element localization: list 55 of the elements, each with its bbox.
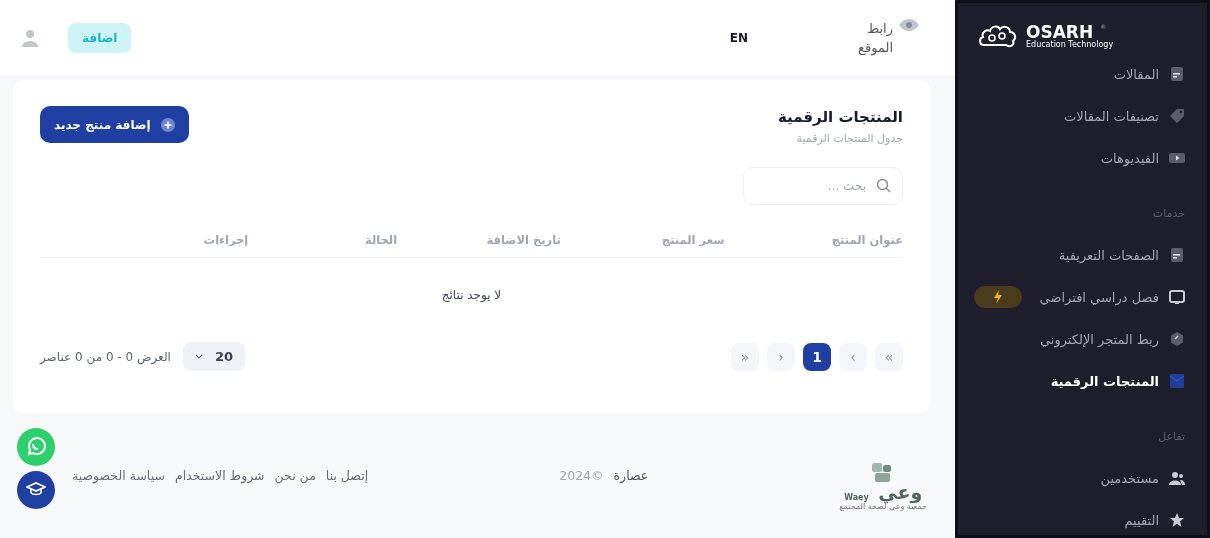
sidebar-item[interactable]: الفيديوهات [1100,150,1159,166]
cube-icon [1169,331,1185,347]
company-link[interactable]: عصارة [613,468,649,483]
footer-link[interactable]: شروط الاستخدام [174,468,265,483]
tag-icon [1169,108,1185,124]
page-button[interactable]: 1 [803,342,831,371]
column-header: تاريخ الاضافة [485,233,561,247]
search-icon [876,178,891,193]
footer-link[interactable]: من نحن [274,468,316,483]
sidebar-section-heading: خدمات [1151,207,1185,220]
star-icon [1169,512,1185,528]
user-avatar-icon[interactable] [22,29,38,47]
sidebar-item[interactable]: ربط المتجر الإلكتروني [1039,331,1159,347]
sidebar-item[interactable]: المقالات [1113,66,1159,82]
sidebar-item[interactable]: مستخدمين [1100,470,1159,486]
site-link[interactable]: رابط الموقع [848,18,893,58]
sidebar-item[interactable]: الصفحات التعريفية [1058,247,1159,263]
language-link[interactable]: EN [729,31,748,45]
logo-latin-name: Waey [844,492,869,502]
sidebar-section-heading: تفاعل [1157,430,1185,443]
column-header: عنوان المنتج [830,233,903,247]
chevron-down-icon [194,354,203,359]
brain-logo-icon [978,23,1018,49]
chat-icon [25,436,47,458]
sidebar-item[interactable]: تصنيفات المقالات [1064,108,1159,124]
footer-link[interactable]: سياسة الخصوصية [72,468,165,483]
document-icon [1169,66,1185,82]
empty-message: لا يوجد نتائج [440,288,503,302]
card-subtitle: جدول المنتجات الرقمية [795,132,903,145]
users-icon [1169,470,1185,486]
envelope-icon [1169,373,1185,389]
add-product-button[interactable]: إضافة منتج جديد [40,106,189,143]
sidebar-item[interactable]: التقييم [1124,512,1159,528]
search-field[interactable]: بحث ... [743,167,903,205]
eye-icon [899,18,919,31]
brand-name: OSARH [1026,23,1094,41]
monitor-icon [1169,289,1185,305]
graduation-cap-icon [26,482,46,498]
column-header: سعر المنتج [660,233,725,247]
whatsapp-button[interactable] [17,428,55,466]
records-summary: العرض 0 - 0 من 0 عناصر [40,349,171,364]
page-size-select[interactable]: 20 [182,342,245,371]
plus-icon [160,117,175,132]
footer-link[interactable]: إتصل بنا [325,468,369,483]
play-icon [1169,150,1185,166]
education-button[interactable] [17,471,55,509]
logo-wordmark: وعي [878,482,923,502]
copyright-text: ©2024 [559,468,604,483]
sidebar-item[interactable]: فصل دراسي افتراضي [1039,289,1159,305]
brand-tagline: Education Technology [1026,40,1114,49]
document-icon [1169,247,1185,263]
column-header: الحالة [363,233,398,247]
card-title: المنتجات الرقمية [777,108,903,126]
sidebar-item[interactable]: المنتجات الرقمية [1050,373,1159,389]
column-header: إجراءات [202,233,249,247]
